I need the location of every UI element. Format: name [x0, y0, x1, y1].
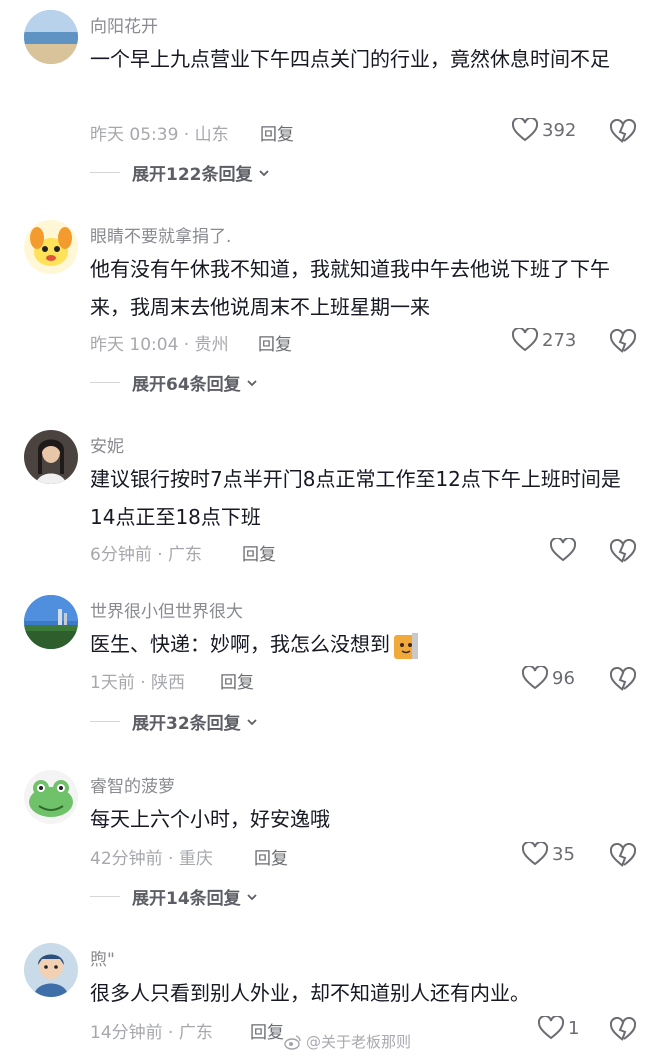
avatar[interactable] [24, 595, 78, 649]
divider [90, 721, 120, 722]
username[interactable]: 煦" [90, 945, 115, 970]
time-location: 42分钟前 · 重庆 [90, 849, 213, 869]
comment-text: 建议银行按时7点半开门8点正常工作至12点下午上班时间是14点正至18点下班 [90, 467, 621, 529]
expand-replies-button[interactable]: 展开64条回复 [90, 370, 259, 395]
broken-heart-icon[interactable] [610, 1017, 636, 1043]
divider [90, 172, 120, 173]
avatar[interactable] [24, 430, 78, 484]
chevron-down-icon [258, 169, 269, 176]
cartoon-dog-avatar-image [24, 220, 78, 274]
heart-outline-icon [550, 538, 576, 562]
broken-heart-icon[interactable] [610, 667, 636, 693]
heart-outline-icon [512, 118, 538, 142]
landscape-avatar-image [24, 595, 78, 649]
username[interactable]: 向阳花开 [90, 12, 158, 37]
like-button[interactable]: 96 [522, 666, 575, 690]
expand-replies-label: 展开32条回复 [132, 714, 241, 734]
reply-button[interactable]: 回复 [242, 540, 276, 565]
like-button[interactable]: 392 [512, 118, 576, 142]
reply-button[interactable]: 回复 [258, 330, 292, 355]
comment-meta: 6分钟前 · 广东 回复 [90, 540, 276, 565]
like-count: 392 [542, 119, 577, 141]
like-count: 1 [568, 1017, 580, 1039]
expand-replies-button[interactable]: 展开32条回复 [90, 709, 259, 734]
heart-outline-icon [538, 1016, 564, 1040]
avatar[interactable] [24, 220, 78, 274]
heart-outline-icon [512, 328, 538, 352]
heart-outline-icon [522, 666, 548, 690]
comment-text: 他有没有午休我不知道，我就知道我中午去他说下班了下午来，我周末去他说周末不上班星… [90, 257, 610, 319]
like-count: 35 [552, 843, 575, 865]
child-avatar-image [24, 943, 78, 997]
broken-heart-icon[interactable] [610, 539, 636, 565]
cat-emoji-icon [394, 632, 418, 659]
username[interactable]: 睿智的菠萝 [90, 772, 175, 797]
avatar[interactable] [24, 770, 78, 824]
like-button[interactable]: 1 [538, 1016, 579, 1040]
time-location: 昨天 10:04 · 贵州 [90, 335, 229, 355]
divider [90, 382, 120, 383]
time-location: 6分钟前 · 广东 [90, 545, 203, 565]
like-count: 96 [552, 667, 575, 689]
time-location: 昨天 05:39 · 山东 [90, 125, 229, 145]
divider [90, 896, 120, 897]
username[interactable]: 世界很小但世界很大 [90, 597, 243, 622]
broken-heart-icon[interactable] [610, 119, 636, 145]
comment-meta: 42分钟前 · 重庆 回复 [90, 844, 288, 869]
weibo-logo-icon [284, 1034, 301, 1050]
watermark-text: @关于老板那则 [306, 1033, 412, 1051]
comment-text: 一个早上九点营业下午四点关门的行业，竟然休息时间不足 [90, 47, 610, 71]
heart-outline-icon [522, 842, 548, 866]
comment-text: 医生、快递：妙啊，我怎么没想到 [90, 625, 640, 663]
avatar[interactable] [24, 943, 78, 997]
comment-meta: 1天前 · 陕西 回复 [90, 668, 254, 693]
time-location: 1天前 · 陕西 [90, 673, 186, 693]
comment-meta: 昨天 05:39 · 山东 回复 [90, 120, 294, 145]
like-button[interactable] [550, 538, 580, 562]
frog-avatar-image [24, 770, 78, 824]
person-avatar-image [24, 430, 78, 484]
chevron-down-icon [247, 379, 257, 386]
broken-heart-icon[interactable] [610, 329, 636, 355]
comment-text-body: 医生、快递：妙啊，我怎么没想到 [90, 632, 390, 656]
username[interactable]: 安妮 [90, 432, 124, 457]
chevron-down-icon [247, 893, 257, 900]
expand-replies-button[interactable]: 展开122条回复 [90, 160, 271, 185]
like-count: 273 [542, 329, 577, 351]
watermark: @关于老板那则 [284, 1031, 411, 1052]
reply-button[interactable]: 回复 [220, 668, 254, 693]
expand-replies-label: 展开122条回复 [132, 165, 253, 185]
comment-meta: 昨天 10:04 · 贵州 回复 [90, 330, 292, 355]
comment-meta: 14分钟前 · 广东 回复 [90, 1018, 284, 1043]
reply-button[interactable]: 回复 [250, 1018, 284, 1043]
expand-replies-button[interactable]: 展开14条回复 [90, 884, 259, 909]
like-button[interactable]: 273 [512, 328, 576, 352]
username[interactable]: 眼睛不要就拿捐了. [90, 222, 231, 247]
broken-heart-icon[interactable] [610, 843, 636, 869]
expand-replies-label: 展开64条回复 [132, 375, 241, 395]
beach-avatar-image [24, 10, 78, 64]
reply-button[interactable]: 回复 [254, 844, 288, 869]
comment-text: 很多人只看到别人外业，却不知道别人还有内业。 [90, 981, 530, 1005]
expand-replies-label: 展开14条回复 [132, 889, 241, 909]
time-location: 14分钟前 · 广东 [90, 1023, 213, 1043]
chevron-down-icon [247, 718, 257, 725]
avatar[interactable] [24, 10, 78, 64]
reply-button[interactable]: 回复 [260, 120, 294, 145]
like-button[interactable]: 35 [522, 842, 575, 866]
comment-text: 每天上六个小时，好安逸哦 [90, 807, 330, 831]
